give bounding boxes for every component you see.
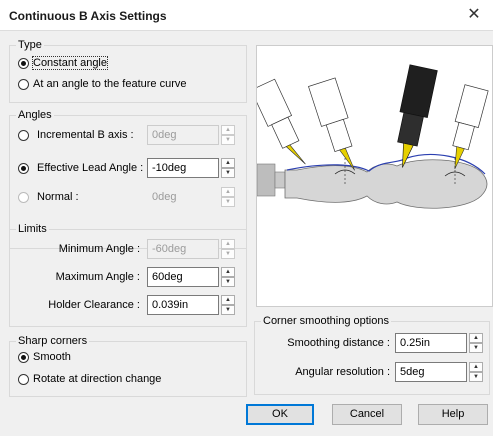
radio-smooth[interactable]: Smooth (18, 351, 71, 363)
spin-up-icon: ▲ (221, 187, 235, 197)
smoothing-distance-field[interactable]: 0.25in ▲ ▼ (395, 333, 483, 353)
radio-label: Rotate at direction change (33, 373, 162, 385)
spin-down-icon: ▼ (469, 343, 483, 353)
holder-spinner[interactable]: ▲ ▼ (221, 295, 235, 315)
angular-resolution-input[interactable]: 5deg (395, 362, 467, 382)
radio-circle[interactable] (18, 191, 29, 203)
holder-clearance-label: Holder Clearance : (48, 299, 140, 311)
dialog-body: Type Constant angle At an angle to the f… (0, 30, 493, 436)
ok-button[interactable]: OK (246, 404, 314, 425)
effective-lead-angle-input[interactable]: -10deg (147, 158, 219, 178)
radio-constant-angle[interactable]: Constant angle (18, 56, 108, 70)
radio-at-angle-feature-curve[interactable]: At an angle to the feature curve (18, 78, 187, 90)
spin-down-icon: ▼ (221, 305, 235, 315)
maximum-angle-field[interactable]: 60deg ▲ ▼ (147, 267, 235, 287)
resolution-spinner[interactable]: ▲ ▼ (469, 362, 483, 382)
incremental-b-axis-field: 0deg ▲ ▼ (147, 125, 235, 145)
spin-up-icon: ▲ (221, 158, 235, 168)
normal-spinner: ▲ ▼ (221, 187, 235, 207)
minimum-spinner: ▲ ▼ (221, 239, 235, 259)
angles-group-label: Angles (16, 109, 54, 121)
radio-circle[interactable] (18, 57, 29, 69)
radio-normal[interactable]: Normal : (18, 191, 79, 203)
distance-spinner[interactable]: ▲ ▼ (469, 333, 483, 353)
b-axis-illustration (257, 64, 489, 209)
spin-down-icon: ▼ (221, 277, 235, 287)
type-group-label: Type (16, 39, 44, 51)
smoothing-distance-label: Smoothing distance : (287, 337, 390, 349)
spin-up-icon: ▲ (221, 125, 235, 135)
spin-up-icon: ▲ (469, 362, 483, 372)
effective-lead-angle-field[interactable]: -10deg ▲ ▼ (147, 158, 235, 178)
maximum-angle-input[interactable]: 60deg (147, 267, 219, 287)
spin-down-icon: ▼ (469, 372, 483, 382)
cancel-button[interactable]: Cancel (332, 404, 402, 425)
spin-down-icon: ▼ (221, 249, 235, 259)
type-group (9, 45, 247, 103)
sharp-corners-group (9, 341, 247, 397)
spin-down-icon: ▼ (221, 197, 235, 207)
tool-preview-image (256, 45, 493, 307)
spin-up-icon: ▲ (221, 295, 235, 305)
window-title: Continuous B Axis Settings (9, 9, 167, 23)
radio-label: Normal : (37, 191, 79, 203)
radio-label: Incremental B axis : (37, 129, 134, 141)
angular-resolution-field[interactable]: 5deg ▲ ▼ (395, 362, 483, 382)
sharp-corners-label: Sharp corners (16, 335, 90, 347)
radio-label: At an angle to the feature curve (33, 78, 187, 90)
radio-label: Constant angle (32, 56, 108, 70)
maximum-angle-label: Maximum Angle : (55, 271, 140, 283)
spin-down-icon: ▼ (221, 168, 235, 178)
maximum-spinner[interactable]: ▲ ▼ (221, 267, 235, 287)
radio-circle[interactable] (18, 162, 29, 174)
spin-up-icon: ▲ (469, 333, 483, 343)
spin-down-icon: ▼ (221, 135, 235, 145)
radio-circle[interactable] (18, 373, 29, 385)
smoothing-distance-input[interactable]: 0.25in (395, 333, 467, 353)
radio-incremental-b-axis[interactable]: Incremental B axis : (18, 129, 134, 141)
spin-up-icon: ▲ (221, 267, 235, 277)
radio-circle[interactable] (18, 129, 29, 141)
incremental-b-axis-input: 0deg (147, 125, 219, 145)
spin-up-icon: ▲ (221, 239, 235, 249)
corner-smoothing-label: Corner smoothing options (261, 315, 391, 327)
normal-input: 0deg (147, 187, 219, 207)
holder-clearance-input[interactable]: 0.039in (147, 295, 219, 315)
radio-label: Smooth (33, 351, 71, 363)
minimum-angle-label: Minimum Angle : (58, 243, 140, 255)
effective-spinner[interactable]: ▲ ▼ (221, 158, 235, 178)
angular-resolution-label: Angular resolution : (295, 366, 390, 378)
close-icon[interactable]: ✕ (465, 6, 483, 24)
minimum-angle-input: -60deg (147, 239, 219, 259)
limits-group-label: Limits (16, 223, 49, 235)
radio-circle[interactable] (18, 78, 29, 90)
incremental-spinner: ▲ ▼ (221, 125, 235, 145)
minimum-angle-field: -60deg ▲ ▼ (147, 239, 235, 259)
radio-rotate-direction-change[interactable]: Rotate at direction change (18, 373, 161, 385)
holder-clearance-field[interactable]: 0.039in ▲ ▼ (147, 295, 235, 315)
normal-field: 0deg ▲ ▼ (147, 187, 235, 207)
radio-effective-lead-angle[interactable]: Effective Lead Angle : (18, 162, 143, 174)
radio-label: Effective Lead Angle : (37, 162, 144, 174)
help-button[interactable]: Help (418, 404, 488, 425)
radio-circle[interactable] (18, 351, 29, 363)
title-bar: Continuous B Axis Settings ✕ (0, 0, 493, 30)
